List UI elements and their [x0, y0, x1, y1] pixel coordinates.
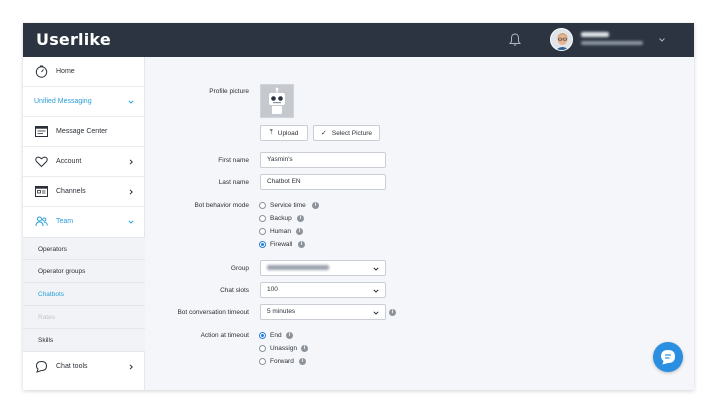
- info-icon[interactable]: i: [312, 202, 319, 209]
- sidebar-subitem-chatbots[interactable]: Chatbots: [23, 283, 145, 306]
- sidebar-item-chat-tools[interactable]: Chat tools: [23, 352, 145, 382]
- chevron-down-icon: [373, 267, 379, 271]
- upload-icon: ⤒: [269, 129, 273, 136]
- info-icon[interactable]: i: [389, 309, 396, 316]
- chevron-down-icon: [373, 311, 379, 315]
- bot-behavior-service-time-radio[interactable]: [259, 202, 266, 209]
- heart-icon: [35, 156, 48, 168]
- bot-behavior-mode-label: Bot behavior mode: [194, 202, 249, 209]
- info-icon[interactable]: i: [296, 228, 303, 235]
- user-avatar[interactable]: [550, 28, 573, 51]
- sidebar: Home Unified Messaging Message Center Ac…: [23, 57, 145, 390]
- first-name-label: First name: [218, 157, 249, 164]
- chat-slots-select[interactable]: 100: [260, 282, 386, 298]
- sidebar-item-team[interactable]: Team: [23, 207, 145, 237]
- action-end-radio[interactable]: [259, 332, 266, 339]
- upload-button-label: Upload: [277, 129, 299, 137]
- chat-widget-button[interactable]: [653, 342, 683, 372]
- sidebar-item-account[interactable]: Account: [23, 147, 145, 177]
- robot-avatar-icon: [261, 85, 293, 117]
- bot-conversation-timeout-select[interactable]: 5 minutes: [260, 304, 386, 320]
- chevron-right-icon: [129, 364, 133, 370]
- chevron-right-icon: [129, 189, 133, 195]
- radio-label: End: [270, 332, 282, 339]
- radio-label: Forward: [270, 358, 294, 365]
- chat-slots-value: 100: [267, 286, 278, 293]
- sidebar-item-label: Message Center: [56, 128, 108, 135]
- sidebar-subitem-operators[interactable]: Operators: [23, 237, 145, 260]
- radio-label: Human: [270, 228, 291, 235]
- radio-label: Firewall: [270, 241, 293, 248]
- bot-behavior-backup-radio[interactable]: [259, 215, 266, 222]
- radio-label: Unassign: [270, 345, 298, 352]
- top-bar: Userlike: [23, 23, 694, 57]
- chat-slots-label: Chat slots: [220, 287, 249, 294]
- select-picture-button[interactable]: ✓ Select Picture: [313, 125, 380, 141]
- user-name-blurred: [581, 32, 609, 37]
- chevron-down-icon: [128, 220, 134, 224]
- userlike-logo[interactable]: Userlike: [36, 30, 111, 49]
- checkmark-icon: ✓: [321, 130, 327, 137]
- sidebar-item-unified-messaging[interactable]: Unified Messaging: [23, 87, 145, 117]
- info-icon[interactable]: i: [286, 332, 293, 339]
- sidebar-subitem-label: Operator groups: [38, 268, 86, 275]
- last-name-field[interactable]: Chatbot EN: [260, 174, 386, 190]
- sidebar-item-label: Team: [56, 218, 74, 225]
- sidebar-item-label: Account: [56, 158, 82, 165]
- bell-icon[interactable]: [509, 33, 521, 47]
- sidebar-subitem-label: Operators: [38, 246, 67, 253]
- chevron-down-icon[interactable]: [658, 36, 666, 44]
- sidebar-subitem-label: Chatbots: [38, 291, 65, 298]
- sidebar-item-label: Home: [56, 68, 75, 75]
- bot-conversation-timeout-label: Bot conversation timeout: [177, 309, 249, 316]
- sidebar-subitem-label: Skills: [38, 337, 54, 344]
- select-picture-button-label: Select Picture: [331, 129, 372, 137]
- info-icon[interactable]: i: [299, 358, 306, 365]
- info-icon[interactable]: i: [298, 241, 305, 248]
- sidebar-item-home[interactable]: Home: [23, 57, 145, 87]
- last-name-label: Last name: [218, 179, 249, 186]
- sidebar-item-channels[interactable]: Channels: [23, 177, 145, 207]
- radio-label: Backup: [270, 215, 292, 222]
- chevron-down-icon: [128, 100, 134, 104]
- info-icon[interactable]: i: [301, 345, 308, 352]
- chat-bubble-icon: [661, 350, 675, 365]
- bot-behavior-human-radio[interactable]: [259, 228, 266, 235]
- sidebar-item-label: Unified Messaging: [34, 98, 92, 105]
- group-select[interactable]: [260, 260, 386, 276]
- chevron-right-icon: [129, 159, 133, 165]
- radio-label: Service time: [270, 202, 306, 209]
- upload-button[interactable]: ⤒ Upload: [260, 125, 308, 141]
- sidebar-item-label: Chat tools: [56, 363, 88, 370]
- sidebar-item-message-center[interactable]: Message Center: [23, 117, 145, 147]
- team-icon: [35, 216, 48, 227]
- dashboard-icon: [35, 65, 48, 78]
- sidebar-subitem-operator-groups[interactable]: Operator groups: [23, 260, 145, 283]
- action-unassign-radio[interactable]: [259, 345, 266, 352]
- sidebar-subitem-skills[interactable]: Skills: [23, 329, 145, 352]
- message-center-icon: [35, 126, 48, 137]
- chevron-down-icon: [373, 289, 379, 293]
- info-icon[interactable]: i: [297, 215, 304, 222]
- first-name-field[interactable]: Yasmin's: [260, 152, 386, 168]
- chat-bubble-icon: [35, 360, 48, 373]
- channels-icon: [35, 186, 48, 197]
- profile-picture-label: Profile picture: [209, 88, 249, 95]
- user-subtitle-blurred: [581, 41, 643, 45]
- group-value-blurred: [267, 264, 329, 270]
- sidebar-subitem-rates: Rates: [23, 306, 145, 329]
- sidebar-subitem-label: Rates: [38, 314, 55, 321]
- timeout-value: 5 minutes: [267, 308, 296, 315]
- profile-picture[interactable]: [260, 84, 294, 118]
- sidebar-item-label: Channels: [56, 188, 86, 195]
- action-forward-radio[interactable]: [259, 358, 266, 365]
- app-window: Userlike Home Unified Messaging Message …: [23, 23, 694, 390]
- group-label: Group: [230, 265, 249, 272]
- bot-behavior-firewall-radio[interactable]: [259, 241, 266, 248]
- action-at-timeout-label: Action at timeout: [200, 332, 249, 339]
